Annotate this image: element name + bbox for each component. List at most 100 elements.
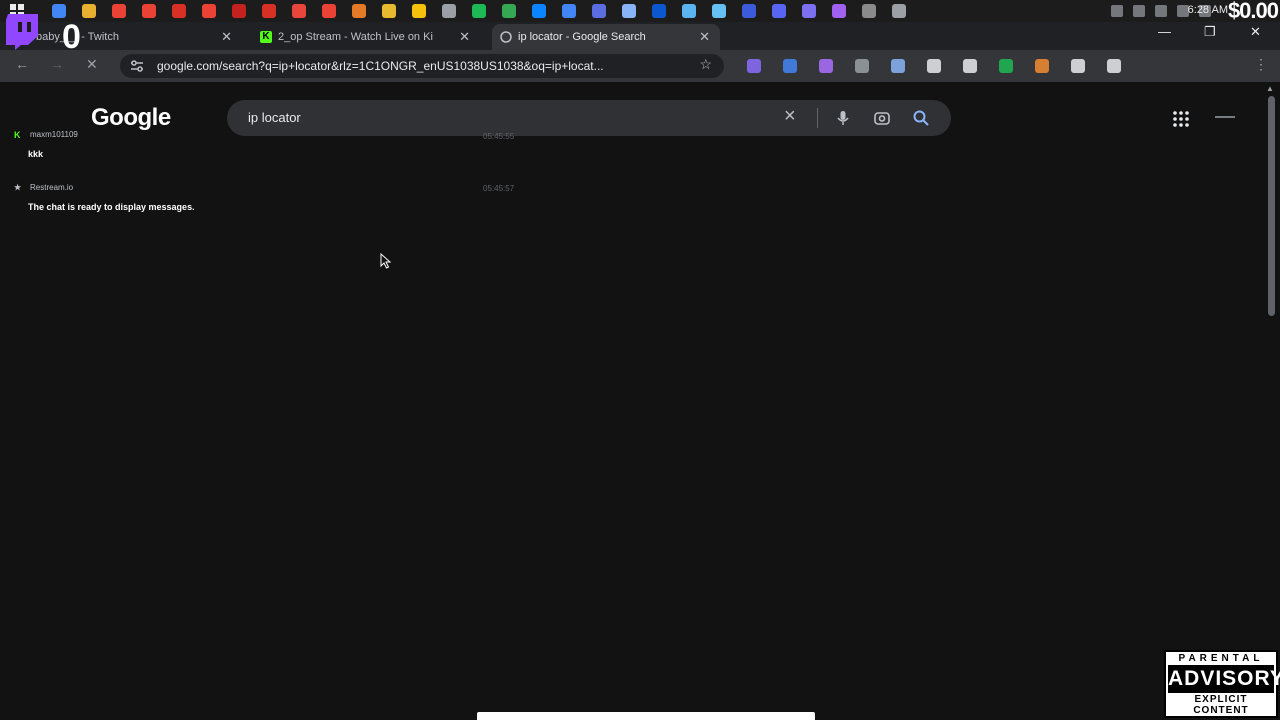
wifi-icon[interactable]: [1155, 5, 1167, 17]
kick-icon: K: [14, 130, 21, 140]
lens-camera-icon[interactable]: [873, 109, 891, 127]
back-button[interactable]: ←: [15, 56, 29, 72]
tab-strip: baby___ - Twitch ✕ K 2_op Stream - Watch…: [0, 22, 1280, 65]
tab-google-search[interactable]: ip locator - Google Search ✕: [492, 24, 720, 50]
forward-button[interactable]: →: [50, 56, 64, 72]
taskbar-app-icon[interactable]: [382, 4, 396, 18]
chat-timestamp: 05:45:57: [483, 184, 515, 193]
advisory-top-text: PARENTAL: [1178, 653, 1264, 664]
stop-loading-button[interactable]: ✕: [86, 56, 98, 73]
google-logo[interactable]: Google: [91, 104, 171, 132]
taskbar-app-icon[interactable]: [112, 4, 126, 18]
tab-title: 2_op Stream - Watch Live on Ki: [278, 31, 433, 43]
advisory-middle-text: ADVISORY: [1168, 665, 1280, 693]
browser-toolbar: ← → ✕ google.com/search?q=ip+locator&rlz…: [0, 50, 1280, 82]
advisory-bottom-text: EXPLICIT CONTENT: [1193, 694, 1249, 716]
taskbar-app-icon[interactable]: [532, 4, 546, 18]
search-input[interactable]: ip locator ×: [227, 100, 951, 136]
taskbar-app-icon[interactable]: [832, 4, 846, 18]
star-icon: ★: [14, 183, 22, 192]
extension-icon[interactable]: [783, 59, 797, 73]
taskbar-app-icon[interactable]: [442, 4, 456, 18]
taskbar-app-icon[interactable]: [712, 4, 726, 18]
viewer-count: 0: [62, 18, 81, 56]
bookmark-star-icon[interactable]: ☆: [699, 56, 712, 73]
profile-loading-icon[interactable]: [1214, 114, 1236, 120]
donation-amount: $0.00: [1227, 0, 1279, 23]
taskbar-app-icon[interactable]: [652, 4, 666, 18]
taskbar-app-icon[interactable]: [802, 4, 816, 18]
bottom-panel-edge: [477, 712, 815, 720]
taskbar-app-icon[interactable]: [292, 4, 306, 18]
google-apps-icon[interactable]: [1173, 111, 1189, 127]
kick-icon: K: [260, 31, 272, 43]
taskbar-apps: [44, 4, 914, 18]
chat-username: Restream.io: [30, 183, 74, 192]
extension-icon[interactable]: [855, 59, 869, 73]
extension-icon[interactable]: [927, 59, 941, 73]
mouse-cursor-icon: [380, 253, 392, 269]
close-window-button[interactable]: ✕: [1250, 24, 1261, 40]
taskbar-app-icon[interactable]: [742, 4, 756, 18]
close-icon[interactable]: ✕: [699, 29, 710, 45]
screen: 6:28 AM $0.00 baby___ - Twitch ✕ K 2_op …: [0, 0, 1280, 720]
taskbar-app-icon[interactable]: [142, 4, 156, 18]
page-scrollbar[interactable]: ▲ ▼: [1266, 84, 1276, 720]
taskbar-app-icon[interactable]: [322, 4, 336, 18]
taskbar-app-icon[interactable]: [502, 4, 516, 18]
taskbar-app-icon[interactable]: [592, 4, 606, 18]
microphone-icon[interactable]: [834, 109, 852, 127]
close-icon[interactable]: ✕: [459, 29, 470, 45]
taskbar-app-icon[interactable]: [172, 4, 186, 18]
taskbar-app-icon[interactable]: [862, 4, 876, 18]
divider: [817, 108, 818, 128]
close-icon[interactable]: ✕: [221, 29, 232, 45]
scroll-thumb[interactable]: [1268, 96, 1275, 316]
extension-icon[interactable]: [999, 59, 1013, 73]
taskbar-app-icon[interactable]: [412, 4, 426, 18]
parental-advisory-logo: PARENTAL ADVISORY EXPLICIT CONTENT: [1164, 650, 1280, 718]
address-bar[interactable]: google.com/search?q=ip+locator&rlz=1C1ON…: [120, 54, 724, 78]
taskbar-app-icon[interactable]: [82, 4, 96, 18]
extension-icon[interactable]: [819, 59, 833, 73]
twitch-logo: [6, 14, 38, 50]
chat-username: maxm101109: [30, 130, 78, 139]
taskbar-app-icon[interactable]: [232, 4, 246, 18]
minimize-button[interactable]: —: [1158, 24, 1171, 39]
search-icon[interactable]: [912, 109, 930, 127]
extension-icon[interactable]: [1035, 59, 1049, 73]
browser-menu-icon[interactable]: ⋮: [1254, 56, 1268, 73]
tab-twitch[interactable]: baby___ - Twitch ✕: [10, 24, 242, 50]
chat-timestamp: 05:45:55: [483, 132, 515, 141]
chat-text: The chat is ready to display messages.: [28, 202, 195, 212]
extension-icon[interactable]: [891, 59, 905, 73]
taskbar-app-icon[interactable]: [682, 4, 696, 18]
google-icon: [500, 31, 512, 43]
extension-icon[interactable]: [963, 59, 977, 73]
extension-icon[interactable]: [747, 59, 761, 73]
taskbar-app-icon[interactable]: [772, 4, 786, 18]
taskbar-app-icon[interactable]: [622, 4, 636, 18]
tab-kick[interactable]: K 2_op Stream - Watch Live on Ki ✕: [252, 24, 480, 50]
clock[interactable]: 6:28 AM: [1188, 4, 1228, 16]
clear-icon[interactable]: ×: [784, 105, 796, 128]
tab-title: ip locator - Google Search: [518, 31, 646, 43]
taskbar-app-icon[interactable]: [202, 4, 216, 18]
scroll-up-arrow[interactable]: ▲: [1266, 84, 1274, 93]
search-query[interactable]: ip locator: [248, 110, 301, 125]
taskbar-app-icon[interactable]: [262, 4, 276, 18]
taskbar-app-icon[interactable]: [562, 4, 576, 18]
taskbar: 6:28 AM $0.00: [0, 0, 1280, 23]
site-info-icon[interactable]: [130, 59, 144, 73]
extension-icon[interactable]: [1071, 59, 1085, 73]
url-text[interactable]: google.com/search?q=ip+locator&rlz=1C1ON…: [157, 59, 682, 73]
extension-icon[interactable]: [1107, 59, 1121, 73]
taskbar-app-icon[interactable]: [352, 4, 366, 18]
chat-text: kkk: [28, 149, 44, 159]
taskbar-app-icon[interactable]: [472, 4, 486, 18]
taskbar-app-icon[interactable]: [892, 4, 906, 18]
restore-button[interactable]: ❐: [1204, 24, 1216, 40]
taskbar-app-icon[interactable]: [52, 4, 66, 18]
chevron-up-icon[interactable]: [1111, 5, 1123, 17]
microphone-icon[interactable]: [1133, 5, 1145, 17]
